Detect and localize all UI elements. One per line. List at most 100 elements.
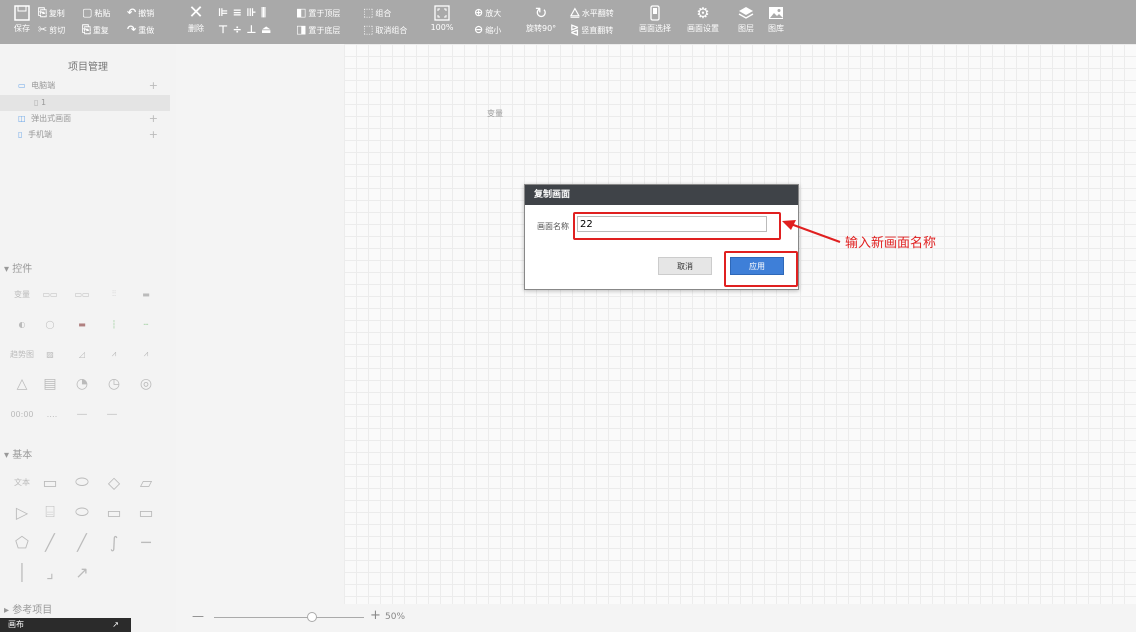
paste-label: 粘贴	[94, 9, 111, 18]
copy-button[interactable]: ⎘ 复制	[38, 7, 65, 19]
rotate-button[interactable]: ↻ 旋转90°	[526, 5, 556, 34]
shape-rectangle-icon[interactable]: ▭	[38, 472, 62, 492]
shape-diamond-icon[interactable]: ◇	[102, 472, 126, 492]
control-slider-icon[interactable]: ⫶⫶	[102, 284, 126, 304]
zoom-plus-button[interactable]: + 50%	[370, 608, 405, 623]
shape-cylinder-icon[interactable]: ⌸	[38, 502, 62, 522]
control-chart-icon[interactable]: ◿	[70, 344, 94, 364]
zoom-minus-button[interactable]: —	[192, 609, 204, 623]
paste-button[interactable]: ▢ 粘贴	[82, 7, 111, 19]
add-icon[interactable]: +	[149, 111, 158, 127]
control-bulb-icon[interactable]: ◯	[38, 314, 62, 334]
delete-button[interactable]: ✕ 删除	[184, 4, 208, 34]
zoom-slider-thumb[interactable]	[306, 612, 317, 622]
align-bottom-icon[interactable]: ⊥	[246, 23, 256, 36]
add-icon[interactable]: +	[149, 78, 158, 94]
control-input-icon[interactable]: ▭▭	[38, 284, 62, 304]
add-icon[interactable]: +	[149, 127, 158, 143]
expand-icon[interactable]: ↗	[112, 618, 119, 632]
control-line-chart-icon[interactable]: ⩘	[102, 344, 126, 364]
shape-triangle-icon[interactable]: ▷	[10, 502, 34, 522]
bring-top-button[interactable]: ◧ 置于顶层	[296, 7, 340, 19]
flip-h-label: 水平翻转	[581, 9, 614, 18]
control-dashed-line-icon[interactable]: ‥‥	[40, 404, 64, 424]
phone-icon	[650, 5, 660, 21]
layers-button[interactable]: 图层	[734, 5, 758, 34]
basic-section-title[interactable]: ▾ 基本	[4, 446, 32, 461]
ungroup-button[interactable]: ⬚ 取消组合	[363, 24, 407, 36]
shape-vline-icon[interactable]: │	[10, 562, 34, 582]
shape-card-icon[interactable]: ▭	[134, 502, 158, 522]
control-clock[interactable]: 00:00	[10, 404, 34, 424]
send-bottom-button[interactable]: ◨ 置于底层	[296, 24, 340, 36]
shape-curve-icon[interactable]: ∫	[102, 532, 126, 552]
control-camera-icon[interactable]: ◎	[134, 374, 158, 394]
screen-select-button[interactable]: 画面选择	[638, 5, 672, 34]
flip-h-button[interactable]: ⧋ 水平翻转	[570, 7, 614, 19]
shape-ellipse-icon[interactable]: ⬭	[70, 472, 94, 492]
flip-v-button[interactable]: ⧎ 竖直翻转	[570, 24, 613, 36]
save-button[interactable]: 保存	[10, 5, 34, 34]
shape-line-icon[interactable]: ╱	[38, 532, 62, 552]
control-button-icon[interactable]: ▬	[134, 284, 158, 304]
distribute-v-icon[interactable]: ⏏	[261, 23, 271, 36]
control-xy-chart-icon[interactable]: ⩘	[134, 344, 158, 364]
shape-parallelogram-icon[interactable]: ▱	[134, 472, 158, 492]
control-variable[interactable]: 变量	[10, 284, 34, 304]
zoom-out-label: 缩小	[485, 26, 502, 35]
control-alarm-icon[interactable]: △	[10, 374, 34, 394]
cut-button[interactable]: ✂ 剪切	[38, 23, 65, 36]
fit-screen-icon	[434, 5, 450, 21]
redo-button[interactable]: ↷ 重做	[127, 24, 154, 36]
group-button[interactable]: ⬚ 组合	[363, 7, 391, 19]
cut-icon: ✂	[38, 23, 48, 36]
align-left-icon[interactable]: ⊫	[218, 6, 228, 19]
canvas-tab[interactable]: 画布 ↗	[0, 618, 131, 632]
control-input2-icon[interactable]: ▭▭	[70, 284, 94, 304]
cancel-button[interactable]: 取消	[658, 257, 712, 275]
shape-line2-icon[interactable]: ╱	[70, 532, 94, 552]
control-dial-icon[interactable]: ◷	[102, 374, 126, 394]
fit-screen-button[interactable]: 100%	[430, 5, 454, 32]
control-gauge-icon[interactable]: ◔	[70, 374, 94, 394]
align-middle-icon[interactable]: ÷	[233, 23, 242, 36]
tree-item-mobile[interactable]: ▯ 手机端 +	[0, 127, 170, 143]
tree-item-screen-1[interactable]: ▯ 1	[0, 95, 170, 111]
screen-settings-button[interactable]: ⚙ 画面设置	[686, 5, 720, 34]
control-switch-icon[interactable]: ◐	[10, 314, 34, 334]
control-separator2-icon[interactable]: ──	[100, 404, 124, 424]
zoom-out-button[interactable]: ⊖ 缩小	[474, 24, 502, 36]
reference-section-title[interactable]: ▸ 参考项目	[4, 601, 52, 616]
zoom-plus-label: +	[370, 608, 381, 623]
zoom-slider-track[interactable]	[214, 617, 364, 618]
align-right-icon[interactable]: ⊪	[246, 6, 256, 19]
control-bar-icon[interactable]: ▬	[70, 314, 94, 334]
canvas-variable-element[interactable]: 变量	[487, 108, 503, 119]
align-top-icon[interactable]: ⊤	[218, 23, 228, 36]
align-center-icon[interactable]: ≡	[233, 6, 242, 19]
tree-item-desktop[interactable]: ▭ 电脑端 +	[0, 78, 170, 94]
zoom-in-button[interactable]: ⊕ 放大	[474, 7, 501, 19]
control-table-icon[interactable]: ▤	[38, 374, 62, 394]
control-separator-icon[interactable]: ──	[70, 404, 94, 424]
shape-text[interactable]: 文本	[10, 472, 34, 492]
controls-section-title[interactable]: ▾ 控件	[4, 260, 32, 275]
shape-polyline-icon[interactable]: ⌟	[38, 562, 62, 582]
design-canvas[interactable]	[344, 44, 1136, 604]
control-level-icon[interactable]: ┆	[102, 314, 126, 334]
shape-pentagon-icon[interactable]: ⬠	[10, 532, 34, 552]
repeat-button[interactable]: ⎘ 重复	[82, 23, 109, 36]
canvas-gutter	[176, 44, 344, 604]
shape-arrow-icon[interactable]: ↗	[70, 562, 94, 582]
repeat-icon: ⎘	[82, 23, 91, 36]
tree-item-popup[interactable]: ◫ 弹出式画面 +	[0, 111, 170, 127]
gallery-button[interactable]: 图库	[764, 5, 788, 34]
distribute-h-icon[interactable]: ⫼	[261, 6, 266, 19]
control-curve[interactable]: 趋势图	[10, 344, 34, 364]
undo-button[interactable]: ↶ 撤销	[127, 7, 154, 19]
shape-capsule-icon[interactable]: ⬭	[70, 502, 94, 522]
shape-hline-icon[interactable]: ─	[134, 532, 158, 552]
control-progress-icon[interactable]: ╌	[134, 314, 158, 334]
shape-document-icon[interactable]: ▭	[102, 502, 126, 522]
control-image-icon[interactable]: ▨	[38, 344, 62, 364]
